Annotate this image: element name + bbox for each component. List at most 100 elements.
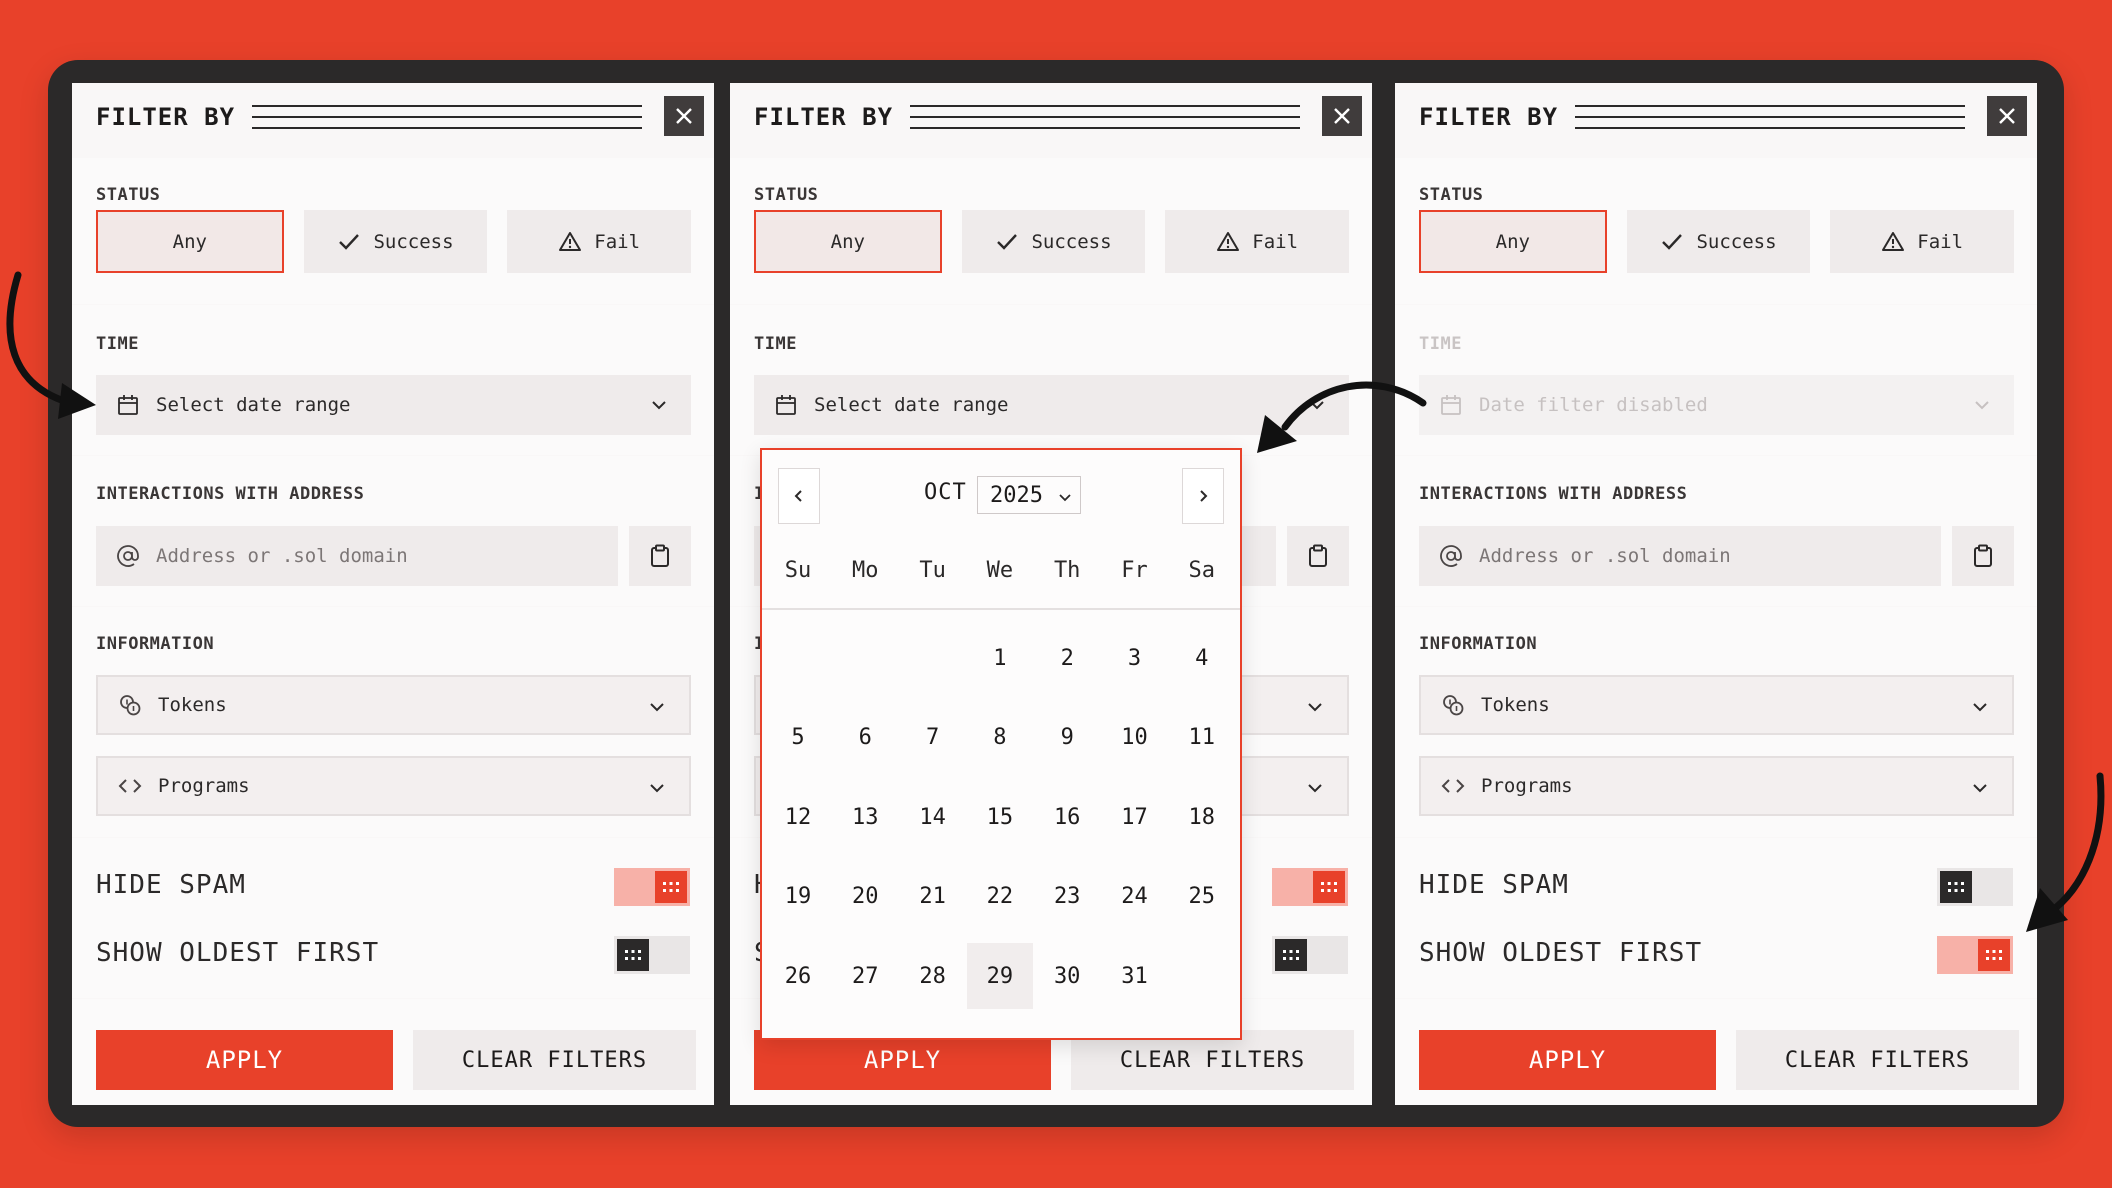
tokens-dropdown[interactable]: Tokens (96, 675, 691, 735)
toggle-knob (1275, 939, 1307, 971)
calendar-year: 2025 (990, 482, 1043, 508)
address-placeholder: Address or .sol domain (1479, 545, 1731, 567)
status-label: STATUS (754, 185, 819, 205)
chevron-down-icon (652, 401, 666, 410)
weekday-header: We (986, 558, 1014, 583)
calendar-day[interactable]: 20 (832, 864, 898, 930)
status-fail-button[interactable]: Fail (507, 210, 692, 273)
hide-spam-label: HIDE SPAM (1419, 870, 1569, 900)
status-any-button[interactable]: Any (96, 210, 284, 273)
calendar-day[interactable]: 31 (1102, 943, 1168, 1009)
status-success-label: Success (1031, 230, 1112, 253)
calendar-day[interactable]: 8 (967, 705, 1033, 771)
title-decoration-lines (910, 105, 1300, 129)
hide-spam-toggle[interactable] (1937, 868, 2013, 906)
calendar-day[interactable]: 11 (1169, 705, 1235, 771)
status-fail-button[interactable]: Fail (1830, 210, 2015, 273)
tokens-label: Tokens (158, 694, 227, 716)
calendar-day[interactable]: 26 (765, 943, 831, 1009)
calendar-month: OCT (924, 480, 967, 505)
address-label: INTERACTIONS WITH ADDRESS (1419, 484, 1688, 504)
calendar-day[interactable]: 5 (765, 705, 831, 771)
at-icon (1440, 545, 1462, 567)
programs-dropdown[interactable]: Programs (1419, 756, 2014, 816)
year-select[interactable]: 2025 (977, 476, 1081, 514)
calendar-day[interactable]: 24 (1102, 864, 1168, 930)
warning-icon (1217, 231, 1240, 251)
date-range-select[interactable]: Select date range (96, 375, 691, 435)
clear-filters-button[interactable]: CLEAR FILTERS (413, 1030, 696, 1090)
show-oldest-first-toggle[interactable] (1272, 936, 1348, 974)
calendar-day[interactable]: 13 (832, 784, 898, 850)
chevron-down-icon (1973, 784, 1987, 793)
status-any-label: Any (1495, 230, 1530, 253)
address-input[interactable]: Address or .sol domain (1419, 526, 1941, 586)
status-any-button[interactable]: Any (754, 210, 942, 273)
calendar-day[interactable]: 21 (900, 864, 966, 930)
grip-icon (1948, 882, 1964, 892)
calendar-day[interactable]: 1 (967, 625, 1033, 691)
chevron-left-icon (794, 490, 802, 502)
paste-button[interactable] (1287, 526, 1349, 586)
calendar-day[interactable]: 10 (1102, 705, 1168, 771)
calendar-day[interactable]: 19 (765, 864, 831, 930)
calendar-day[interactable]: 6 (832, 705, 898, 771)
calendar-day[interactable]: 17 (1102, 784, 1168, 850)
calendar-day[interactable]: 27 (832, 943, 898, 1009)
programs-label: Programs (158, 775, 250, 797)
status-any-button[interactable]: Any (1419, 210, 1607, 273)
calendar-day[interactable]: 7 (900, 705, 966, 771)
programs-dropdown[interactable]: Programs (96, 756, 691, 816)
status-options: Any Success Fail (96, 210, 692, 273)
weekday-header: Sa (1188, 558, 1216, 583)
calendar-day[interactable]: 15 (967, 784, 1033, 850)
weekday-header: Mo (852, 558, 879, 583)
date-range-text: Select date range (814, 394, 1009, 416)
apply-button[interactable]: APPLY (1419, 1030, 1716, 1090)
chevron-down-icon (1308, 703, 1322, 712)
callout-arrow-icon (6, 271, 96, 419)
calendar-day[interactable]: 18 (1169, 784, 1235, 850)
close-button[interactable] (664, 96, 704, 136)
calendar-day[interactable]: 4 (1169, 625, 1235, 691)
calendar-day[interactable]: 3 (1102, 625, 1168, 691)
clear-filters-button[interactable]: CLEAR FILTERS (1736, 1030, 2019, 1090)
weekday-header: Fr (1121, 558, 1148, 583)
calendar-day[interactable]: 23 (1034, 864, 1100, 930)
show-oldest-first-toggle[interactable] (1937, 936, 2013, 974)
apply-button[interactable]: APPLY (96, 1030, 393, 1090)
calendar-day[interactable]: 9 (1034, 705, 1100, 771)
prev-month-button[interactable] (778, 468, 820, 524)
at-icon (117, 545, 139, 567)
warning-icon (559, 231, 582, 251)
calendar-day[interactable]: 28 (900, 943, 966, 1009)
calendar-day[interactable]: 22 (967, 864, 1033, 930)
grip-icon (1986, 950, 2002, 960)
status-success-button[interactable]: Success (1626, 210, 1811, 273)
calendar-day[interactable]: 12 (765, 784, 831, 850)
calendar-day[interactable]: 2 (1034, 625, 1100, 691)
address-label: INTERACTIONS WITH ADDRESS (96, 484, 365, 504)
close-button[interactable] (1322, 96, 1362, 136)
close-button[interactable] (1987, 96, 2027, 136)
calendar-day[interactable]: 14 (900, 784, 966, 850)
calendar-day[interactable]: 30 (1034, 943, 1100, 1009)
paste-button[interactable] (629, 526, 691, 586)
calendar-day[interactable]: 25 (1169, 864, 1235, 930)
address-input[interactable]: Address or .sol domain (96, 526, 618, 586)
status-fail-button[interactable]: Fail (1165, 210, 1350, 273)
calendar-day[interactable]: 16 (1034, 784, 1100, 850)
show-oldest-first-toggle[interactable] (614, 936, 690, 974)
next-month-button[interactable] (1182, 468, 1224, 524)
status-success-label: Success (1696, 230, 1777, 253)
hide-spam-toggle[interactable] (1272, 868, 1348, 906)
calendar-day[interactable]: 29 (966, 943, 1033, 1009)
check-icon (997, 233, 1018, 250)
status-success-button[interactable]: Success (303, 210, 488, 273)
time-label: TIME (1419, 334, 1462, 354)
date-range-text: Date filter disabled (1479, 394, 1708, 416)
tokens-dropdown[interactable]: Tokens (1419, 675, 2014, 735)
hide-spam-toggle[interactable] (614, 868, 690, 906)
paste-button[interactable] (1952, 526, 2014, 586)
status-success-button[interactable]: Success (961, 210, 1146, 273)
